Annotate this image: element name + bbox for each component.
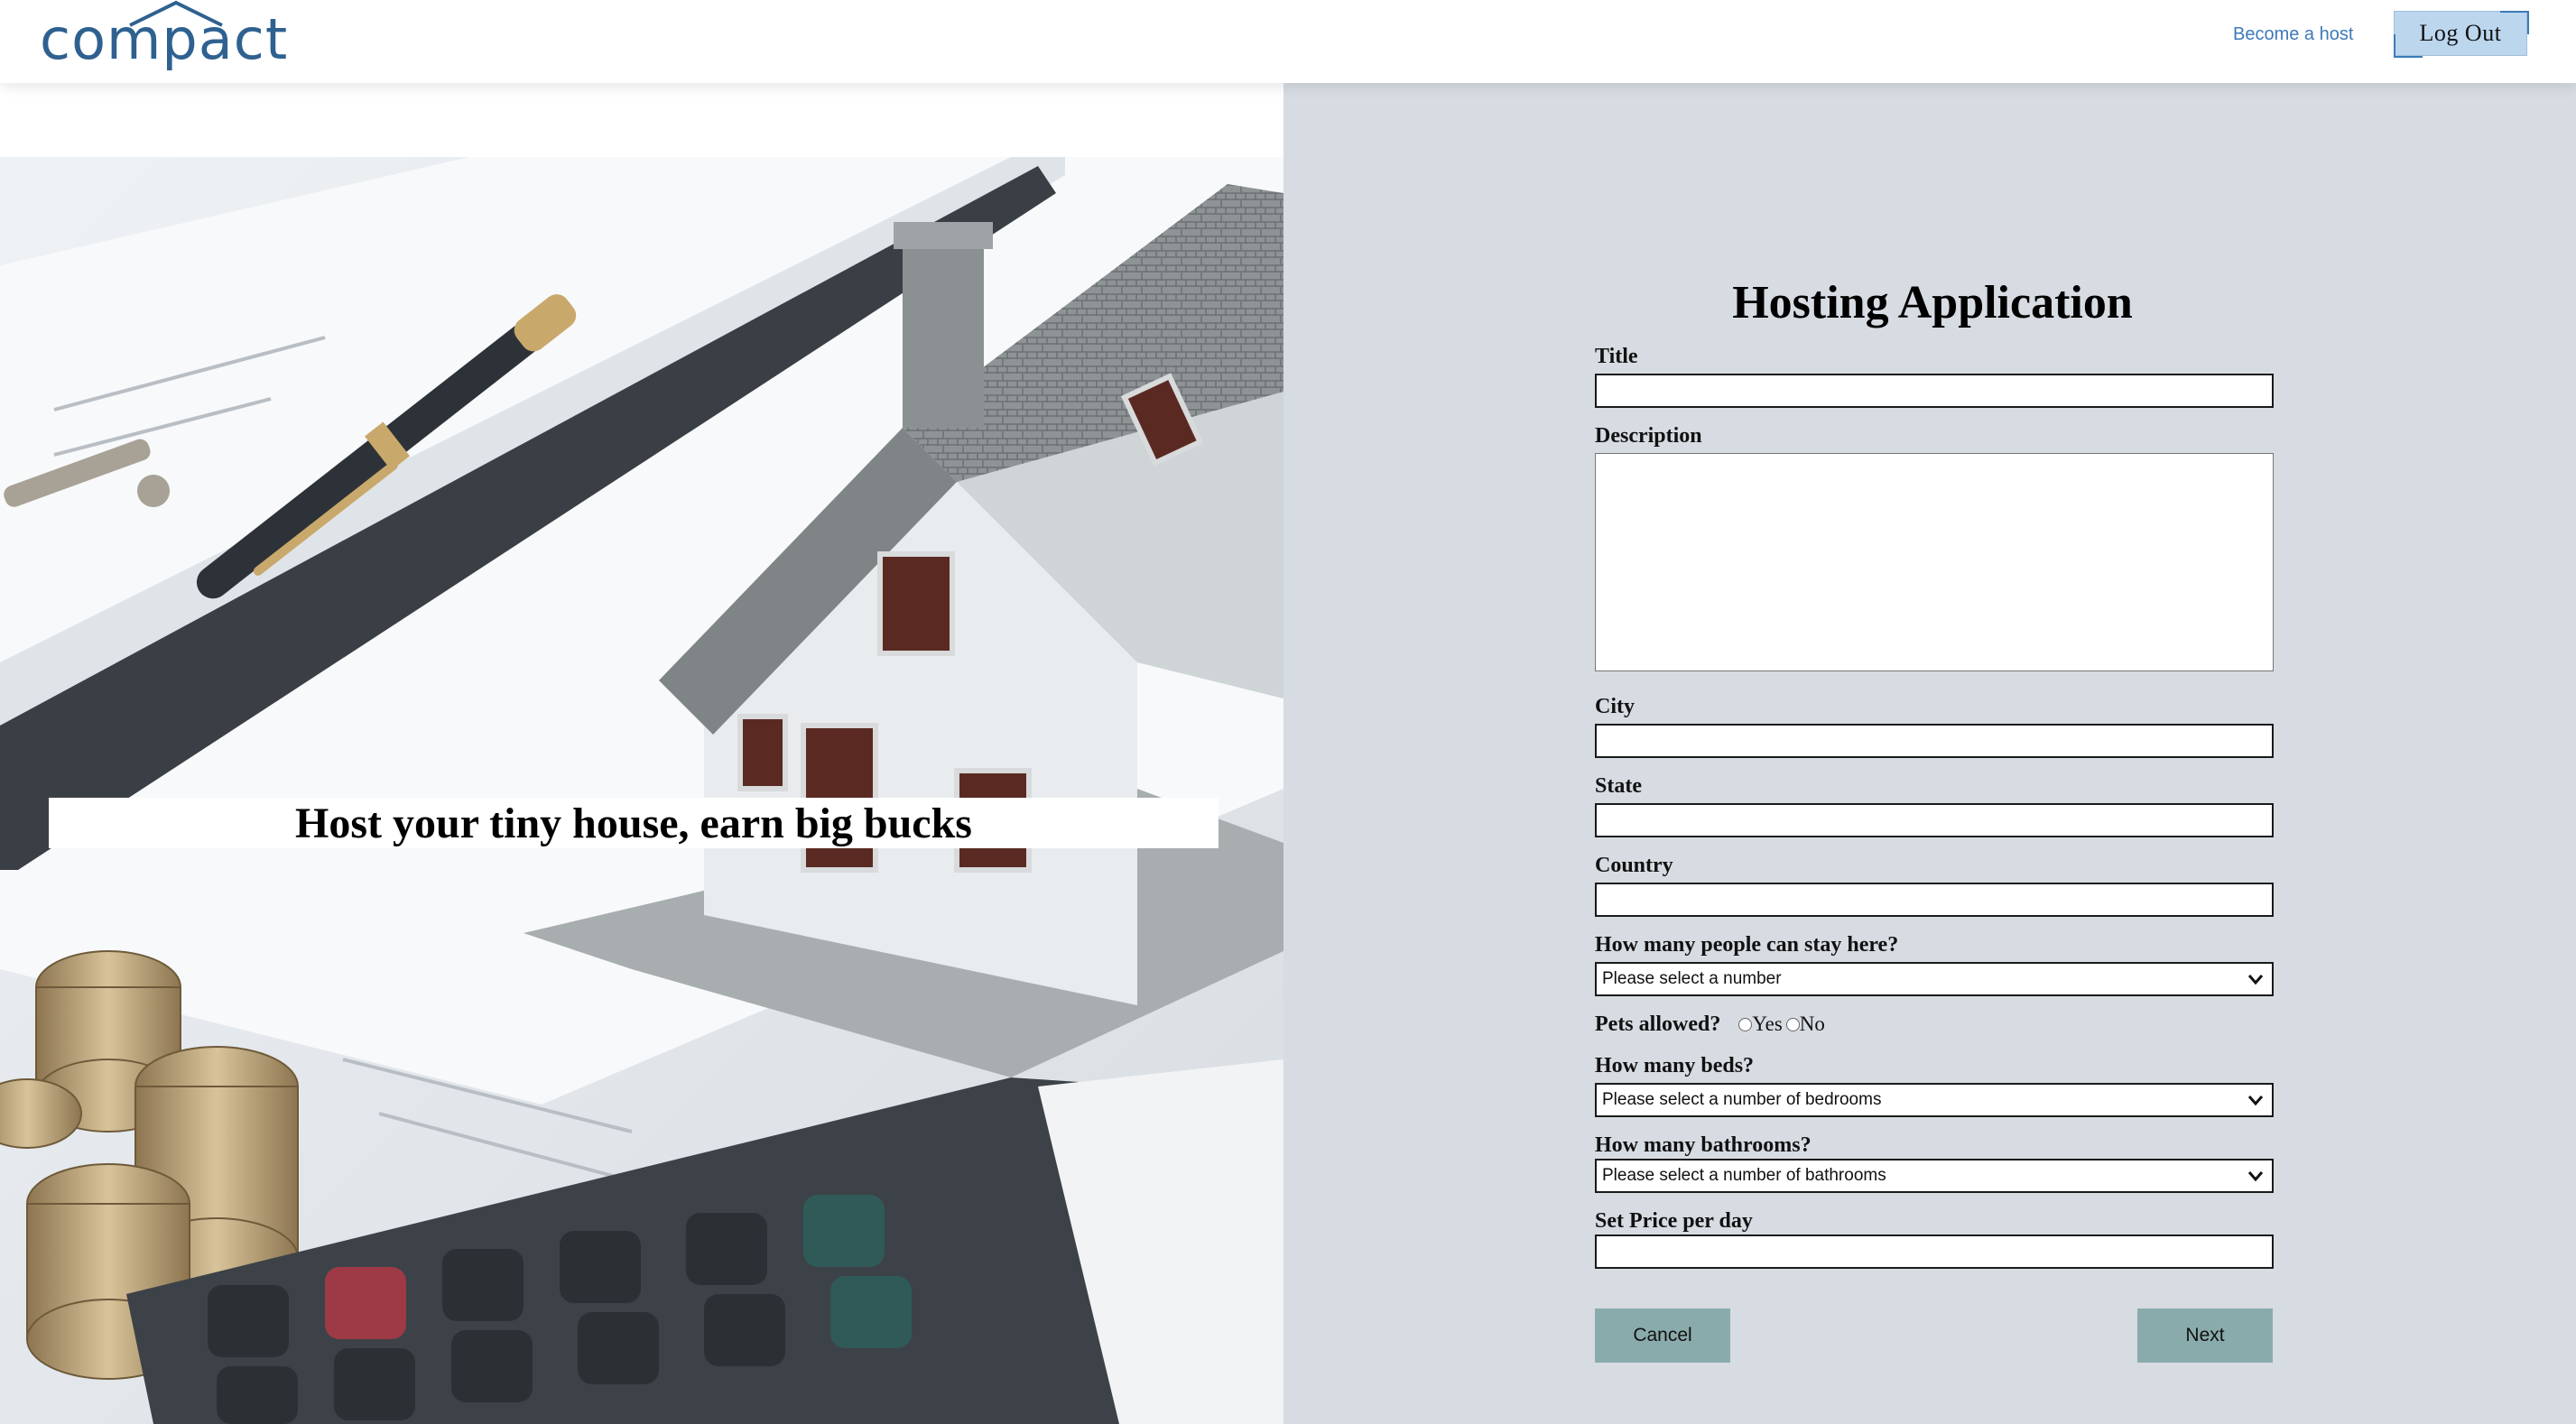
guests-select-value: Please select a number <box>1602 969 1782 988</box>
house-model-illustration <box>0 157 1283 1424</box>
chevron-down-icon <box>2247 975 2264 985</box>
chevron-down-icon <box>2247 1096 2264 1106</box>
description-textarea[interactable] <box>1595 453 2274 671</box>
pets-no-label: No <box>1799 1013 1825 1035</box>
city-input[interactable] <box>1595 724 2274 758</box>
next-button[interactable]: Next <box>2137 1308 2273 1363</box>
button-corner-accent <box>2500 11 2529 34</box>
bathrooms-select-value: Please select a number of bathrooms <box>1602 1166 1886 1185</box>
button-corner-accent <box>2394 34 2423 58</box>
form-title: Hosting Application <box>1732 277 2133 328</box>
hero-tagline: Host your tiny house, earn big bucks <box>295 800 972 847</box>
bathrooms-label: How many bathrooms? <box>1595 1133 1812 1157</box>
country-label: Country <box>1595 854 1673 877</box>
top-navbar: compact Become a host Log Out <box>0 0 2576 83</box>
guests-label: How many people can stay here? <box>1595 933 1899 957</box>
logo-text: compact <box>40 6 289 72</box>
bathrooms-select[interactable]: Please select a number of bathrooms <box>1595 1159 2274 1193</box>
pets-radio-group: Pets allowed? Yes No <box>1595 1011 1825 1040</box>
chevron-down-icon <box>2247 1171 2264 1182</box>
beds-select-value: Please select a number of bedrooms <box>1602 1090 1882 1109</box>
become-a-host-link[interactable]: Become a host <box>2233 20 2353 49</box>
pets-no-radio[interactable] <box>1785 1018 1800 1031</box>
pets-yes-label: Yes <box>1752 1013 1783 1035</box>
beds-label: How many beds? <box>1595 1054 1755 1077</box>
pets-yes-radio[interactable] <box>1738 1018 1753 1031</box>
country-input[interactable] <box>1595 883 2274 917</box>
compact-logo[interactable]: compact <box>40 0 287 72</box>
state-label: State <box>1595 774 1642 798</box>
state-input[interactable] <box>1595 803 2274 837</box>
guests-select[interactable]: Please select a number <box>1595 962 2274 996</box>
tagline-banner: Host your tiny house, earn big bucks <box>49 798 1219 848</box>
title-input[interactable] <box>1595 374 2274 408</box>
pets-label: Pets allowed? <box>1595 1013 1721 1036</box>
beds-select[interactable]: Please select a number of bedrooms <box>1595 1083 2274 1117</box>
city-label: City <box>1595 695 1635 718</box>
price-label: Set Price per day <box>1595 1209 1753 1233</box>
description-label: Description <box>1595 424 1702 448</box>
title-label: Title <box>1595 345 1638 368</box>
logout-button-wrapper: Log Out <box>2394 11 2529 58</box>
price-input[interactable] <box>1595 1234 2274 1269</box>
hero-photo: Host your tiny house, earn big bucks <box>0 157 1283 1424</box>
cancel-button[interactable]: Cancel <box>1595 1308 1730 1363</box>
